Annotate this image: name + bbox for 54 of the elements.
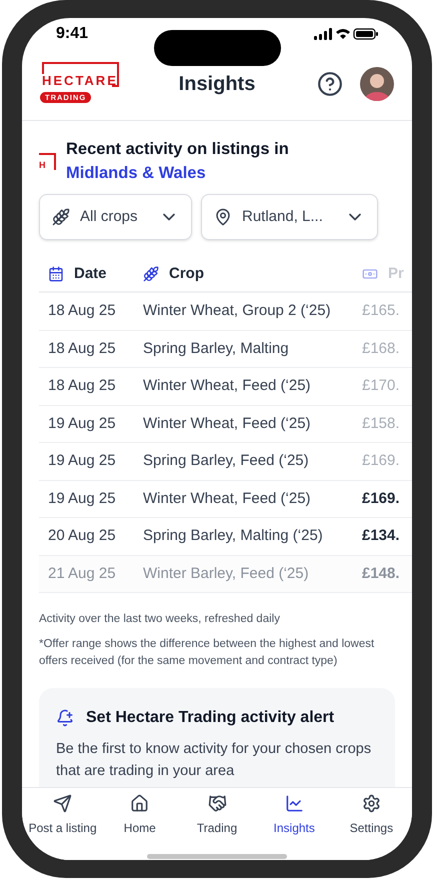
date-cell-text: 19 Aug 25 [47, 488, 117, 508]
section-heading: Recent activity on listings in [66, 139, 289, 160]
status-indicators-icon [314, 28, 378, 40]
region-link[interactable]: Midlands & Wales [66, 161, 289, 185]
date-cell-text: 20 Aug 25 [47, 526, 117, 546]
avatar[interactable] [360, 67, 394, 101]
column-header[interactable]: Crop [169, 262, 204, 286]
date-cell-text: 18 Aug 25 [47, 301, 117, 321]
crop-cell-text: Spring Barley, Malting [143, 338, 290, 358]
footnote: *Offer range shows the difference between the highest and lowest offers received (for the same movement and contract type) [39, 637, 376, 669]
bell-plus-icon [56, 709, 74, 727]
wheat-icon [52, 208, 70, 226]
chart-icon [284, 794, 304, 812]
settings-icon [362, 794, 381, 812]
help-button[interactable] [317, 71, 343, 97]
date-cell-text: 19 Aug 25 [47, 451, 117, 471]
wheat-icon [143, 266, 159, 282]
tab-item[interactable]: Insights [256, 788, 333, 842]
alert-description: Be the first to know activity for your chosen crops that are trading in your area [56, 740, 372, 781]
crop-cell-text: Spring Barley, Malting (‘25) [143, 526, 324, 546]
crop-cell-text: Winter Wheat, Feed (‘25) [143, 376, 312, 396]
crop-cell-text: Spring Barley, Feed (‘25) [143, 451, 310, 471]
crop-dropdown[interactable]: All crops [39, 194, 192, 240]
price-cell-text: £158. [362, 414, 400, 434]
date-cell-text: 18 Aug 25 [47, 338, 117, 358]
map-pin-icon [214, 208, 232, 226]
price-cell-text: £134. [362, 526, 400, 546]
tab-item[interactable]: Trading [178, 788, 256, 842]
column-header[interactable]: Date [74, 262, 107, 286]
crop-cell-text: Winter Wheat, Group 2 (‘25) [143, 301, 332, 321]
tab-item[interactable]: Settings [332, 788, 410, 842]
price-cell-text: £148. [362, 564, 400, 584]
price-cell-text: £170. [362, 376, 400, 396]
calendar-icon [48, 266, 64, 282]
price-cell-text: £168. [362, 338, 400, 358]
date-cell-text: 19 Aug 25 [47, 414, 117, 434]
house-icon [130, 794, 150, 812]
crop-cell-text: Winter Wheat, Feed (‘25) [143, 414, 312, 434]
footnote: Activity over the last two weeks, refreshed daily [39, 612, 281, 627]
price-cell-text: £169. [362, 488, 400, 508]
date-cell-text: 21 Aug 25 [47, 564, 117, 584]
crop-cell-text: Winter Wheat, Feed (‘25) [143, 488, 312, 508]
tab-item[interactable]: Home [101, 788, 178, 842]
crop-cell-text: Winter Barley, Feed (‘25) [143, 564, 310, 584]
page-title: Insights [178, 72, 256, 97]
tab-item[interactable]: Post a listing [24, 788, 102, 842]
send-icon [53, 794, 72, 812]
price-cell-text: £169. [362, 451, 400, 471]
location-dropdown[interactable]: Rutland, L... [201, 194, 378, 240]
price-cell-text: £165. [362, 301, 400, 321]
status-time: 9:41 [56, 24, 88, 44]
handshake-icon [208, 794, 226, 812]
alert-title: Set Hectare Trading activity alert [86, 708, 334, 728]
date-cell-text: 18 Aug 25 [47, 376, 117, 396]
